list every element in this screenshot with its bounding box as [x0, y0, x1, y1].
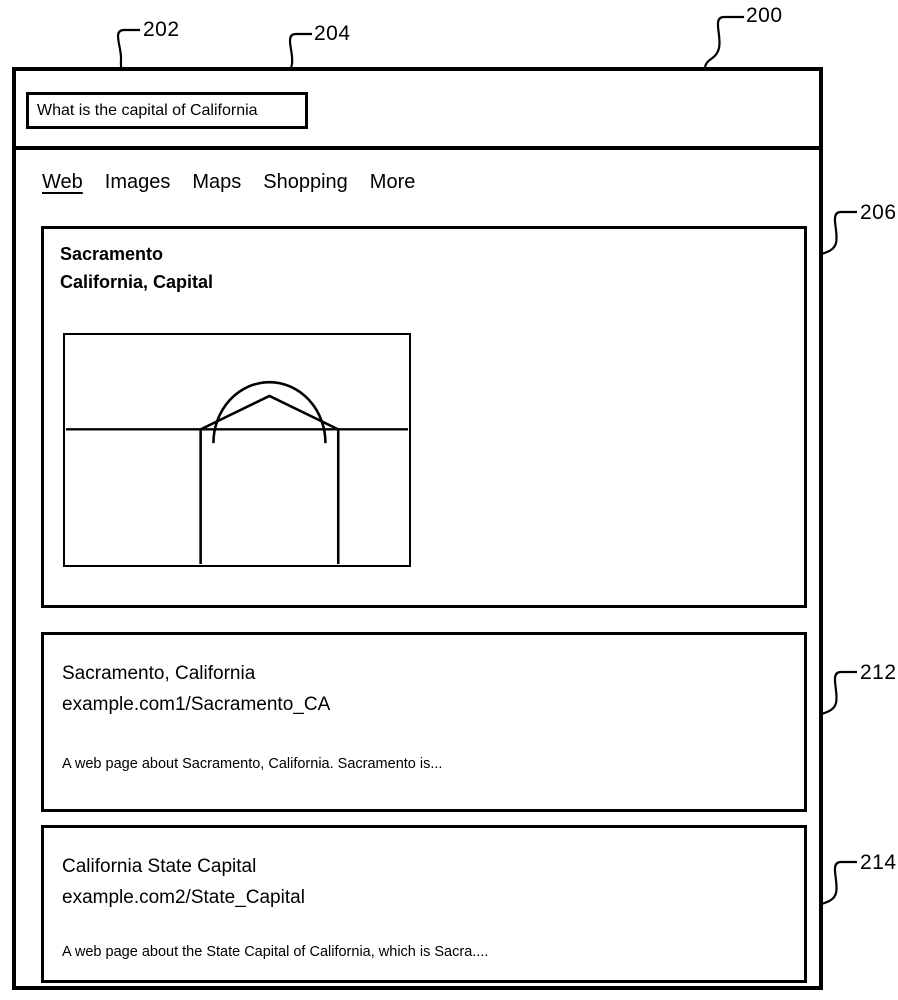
answer-title-block: Sacramento California, Capital: [60, 241, 213, 297]
ref-numeral-202: 202: [143, 18, 180, 41]
overall-interface-frame: What is the capital of California Web Im…: [12, 67, 823, 990]
leader-200: [703, 15, 744, 68]
figure-canvas: 200 202 204 206 208 210 212 214 What is …: [0, 0, 898, 1000]
search-query-text: What is the capital of California: [37, 101, 258, 119]
result-url[interactable]: example.com1/Sacramento_CA: [62, 694, 330, 716]
ref-numeral-212: 212: [860, 661, 897, 684]
ref-numeral-214: 214: [860, 851, 897, 874]
ref-numeral-206: 206: [860, 201, 897, 224]
tab-maps[interactable]: Maps: [192, 171, 241, 194]
vertical-tab-strip: Web Images Maps Shopping More: [42, 171, 415, 194]
answer-title-primary: Sacramento: [60, 244, 164, 264]
search-input[interactable]: What is the capital of California: [26, 92, 308, 129]
tab-images[interactable]: Images: [105, 171, 171, 194]
tab-shopping[interactable]: Shopping: [263, 171, 348, 194]
result-card[interactable]: California State Capital example.com2/St…: [41, 825, 807, 983]
tab-more[interactable]: More: [370, 171, 416, 194]
answer-card[interactable]: Sacramento California, Capital: [41, 226, 807, 608]
result-snippet: A web page about Sacramento, California.…: [62, 756, 443, 772]
tab-web[interactable]: Web: [42, 171, 83, 194]
result-title[interactable]: California State Capital: [62, 856, 256, 878]
ref-numeral-204: 204: [314, 22, 351, 45]
result-snippet: A web page about the State Capital of Ca…: [62, 944, 489, 960]
answer-title-secondary: California, Capital: [60, 271, 214, 292]
result-title[interactable]: Sacramento, California: [62, 663, 255, 685]
result-url[interactable]: example.com2/State_Capital: [62, 887, 305, 909]
result-card[interactable]: Sacramento, California example.com1/Sacr…: [41, 632, 807, 812]
answer-image[interactable]: [63, 333, 411, 567]
search-bar-region: What is the capital of California: [16, 71, 819, 150]
capitol-building-icon: [65, 380, 409, 565]
ref-numeral-200: 200: [746, 4, 783, 27]
